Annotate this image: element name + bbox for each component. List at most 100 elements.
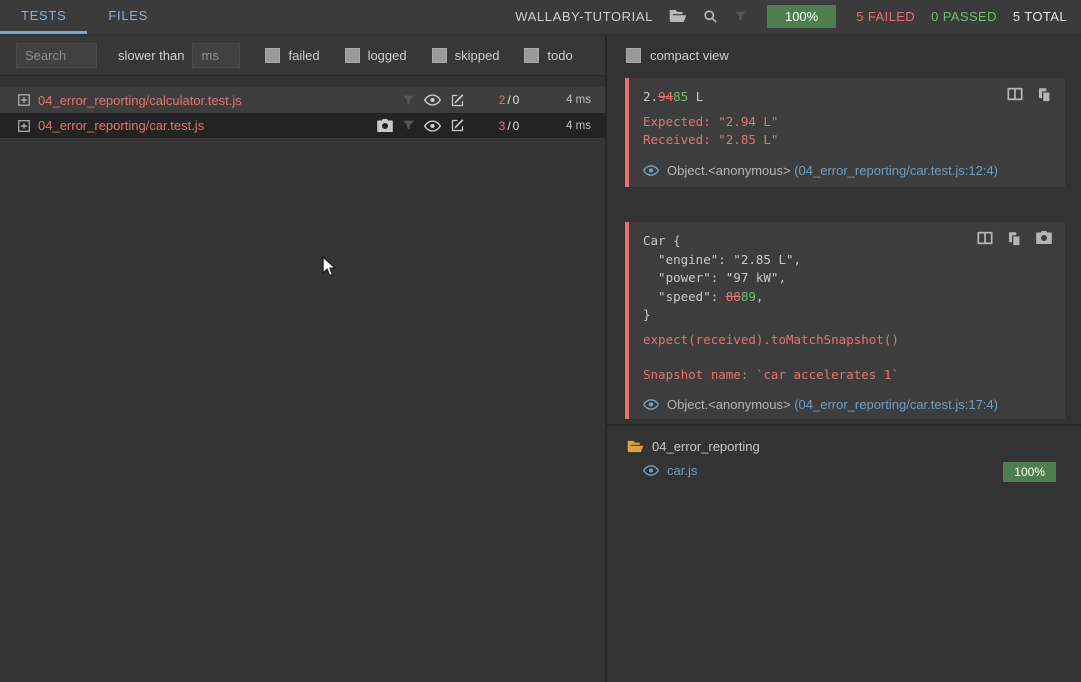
- tab-tests-label: TESTS: [21, 8, 66, 23]
- failed-stat: 5 FAILED: [856, 9, 915, 24]
- card-actions: [1007, 87, 1052, 103]
- file-coverage-badge: 100%: [1003, 462, 1056, 482]
- test-counts: 2/0: [479, 93, 539, 107]
- project-name: WALLABY-TUTORIAL: [515, 9, 653, 24]
- expected-line: Expected: "2.94 L": [643, 113, 1051, 132]
- tests-panel: slower than failed logged skipped todo: [0, 36, 605, 682]
- stack-prefix: Object.<anonymous>: [667, 163, 791, 178]
- snapshot-code-line: "engine": "2.85 L",: [643, 251, 1051, 270]
- edit-icon[interactable]: [450, 93, 465, 108]
- expect-call-line: expect(received).toMatchSnapshot(): [643, 331, 1051, 350]
- search-icon[interactable]: [703, 9, 718, 24]
- test-duration: 4 ms: [543, 120, 591, 132]
- todo-checkbox[interactable]: [524, 48, 539, 63]
- filter-failed: failed: [265, 48, 319, 63]
- diff-prefix: 2.: [643, 89, 658, 104]
- stack-frame: Object.<anonymous> (04_error_reporting/c…: [643, 397, 1051, 412]
- file-name-link[interactable]: car.js: [667, 463, 697, 478]
- tab-files[interactable]: FILES: [87, 0, 169, 34]
- filter-bar: slower than failed logged skipped todo: [0, 36, 605, 76]
- speed-removed: 88: [726, 289, 741, 304]
- camera-icon[interactable]: [377, 119, 393, 132]
- error-card-diff: 2.9485 L Expected: "2.94 L" Received: "2…: [625, 78, 1065, 187]
- eye-icon[interactable]: [643, 165, 659, 176]
- test-file-list: 04_error_reporting/calculator.test.js 2/…: [0, 87, 605, 139]
- compact-view-label: compact view: [650, 48, 729, 63]
- split-view-icon[interactable]: [1007, 87, 1023, 103]
- expand-icon[interactable]: [17, 119, 31, 133]
- stack-frame-text: Object.<anonymous> (04_error_reporting/c…: [667, 163, 998, 178]
- eye-icon[interactable]: [643, 465, 659, 476]
- stack-location-link[interactable]: (04_error_reporting/car.test.js:17:4): [794, 397, 998, 412]
- compact-view-checkbox[interactable]: [626, 48, 641, 63]
- snapshot-code-line: "power": "97 kW",: [643, 269, 1051, 288]
- eye-icon[interactable]: [424, 94, 441, 106]
- speed-added: 89: [741, 289, 756, 304]
- ms-input[interactable]: [192, 43, 240, 68]
- compact-view-control: compact view: [626, 48, 729, 63]
- search-input[interactable]: [16, 43, 97, 68]
- failed-checkbox[interactable]: [265, 48, 280, 63]
- stack-prefix: Object.<anonymous>: [667, 397, 791, 412]
- wallaby-app-window: TESTS FILES WALLABY-TUTORIAL 100% 5 FAIL…: [0, 0, 1081, 682]
- split-view-icon[interactable]: [977, 231, 993, 247]
- failed-count: 3: [499, 119, 506, 133]
- speed-suffix: ,: [756, 289, 764, 304]
- copy-icon[interactable]: [1037, 87, 1052, 103]
- diff-line: 2.9485 L: [643, 88, 1051, 107]
- snapshot-name-line: Snapshot name: `car accelerates 1`: [643, 366, 1051, 385]
- tab-tests[interactable]: TESTS: [0, 0, 87, 34]
- test-counts: 3/0: [479, 119, 539, 133]
- test-file-name[interactable]: 04_error_reporting/car.test.js: [38, 118, 368, 133]
- folder-icon[interactable]: [669, 9, 687, 23]
- passed-stat: 0 PASSED: [931, 9, 997, 24]
- error-card-snapshot: Car { "engine": "2.85 L", "power": "97 k…: [625, 222, 1065, 419]
- failed-count: 2: [499, 93, 506, 107]
- folder-open-icon: [627, 440, 644, 453]
- passed-count: 0: [513, 93, 520, 107]
- stack-location-link[interactable]: (04_error_reporting/car.test.js:12:4): [794, 163, 998, 178]
- filter-icon[interactable]: [402, 119, 415, 132]
- section-divider: [607, 424, 1081, 426]
- coverage-badge: 100%: [767, 5, 836, 28]
- main-tabs: TESTS FILES: [0, 0, 169, 34]
- test-row-calculator[interactable]: 04_error_reporting/calculator.test.js 2/…: [0, 87, 605, 113]
- filter-icon[interactable]: [402, 94, 415, 107]
- test-file-name[interactable]: 04_error_reporting/calculator.test.js: [38, 93, 368, 108]
- copy-icon[interactable]: [1007, 231, 1022, 247]
- test-duration: 4 ms: [543, 94, 591, 106]
- eye-icon[interactable]: [643, 399, 659, 410]
- coverage-file-row[interactable]: car.js: [643, 463, 697, 478]
- speed-prefix: "speed":: [643, 289, 726, 304]
- stack-frame-text: Object.<anonymous> (04_error_reporting/c…: [667, 397, 998, 412]
- count-separator: /: [507, 93, 510, 107]
- skipped-checkbox-label: skipped: [455, 48, 500, 63]
- filter-icon[interactable]: [734, 10, 747, 23]
- test-row-car[interactable]: 04_error_reporting/car.test.js 3/0 4 ms: [0, 113, 605, 139]
- card-actions: [977, 231, 1052, 247]
- filter-todo: todo: [524, 48, 572, 63]
- tab-files-label: FILES: [108, 8, 148, 23]
- snapshot-code-line: }: [643, 306, 1051, 325]
- edit-icon[interactable]: [450, 118, 465, 133]
- topbar-status-cluster: WALLABY-TUTORIAL 100% 5 FAILED 0 PASSED …: [515, 0, 1067, 32]
- slower-than-label: slower than: [118, 48, 184, 63]
- camera-icon[interactable]: [1036, 231, 1052, 247]
- details-panel: compact view 2.9485 L Expected: "2.94 L"…: [607, 36, 1081, 682]
- filter-logged: logged: [345, 48, 407, 63]
- logged-checkbox-label: logged: [368, 48, 407, 63]
- eye-icon[interactable]: [424, 120, 441, 132]
- diff-added: 85: [673, 89, 688, 104]
- diff-removed: 94: [658, 89, 673, 104]
- expand-icon[interactable]: [17, 93, 31, 107]
- snapshot-diff-line: "speed": 8889,: [643, 288, 1051, 307]
- filter-skipped: skipped: [432, 48, 500, 63]
- coverage-folder-row[interactable]: 04_error_reporting: [627, 439, 760, 454]
- diff-suffix: L: [688, 89, 703, 104]
- top-bar: TESTS FILES WALLABY-TUTORIAL 100% 5 FAIL…: [0, 0, 1081, 35]
- skipped-checkbox[interactable]: [432, 48, 447, 63]
- logged-checkbox[interactable]: [345, 48, 360, 63]
- total-stat: 5 TOTAL: [1013, 9, 1067, 24]
- count-separator: /: [507, 119, 510, 133]
- received-line: Received: "2.85 L": [643, 131, 1051, 150]
